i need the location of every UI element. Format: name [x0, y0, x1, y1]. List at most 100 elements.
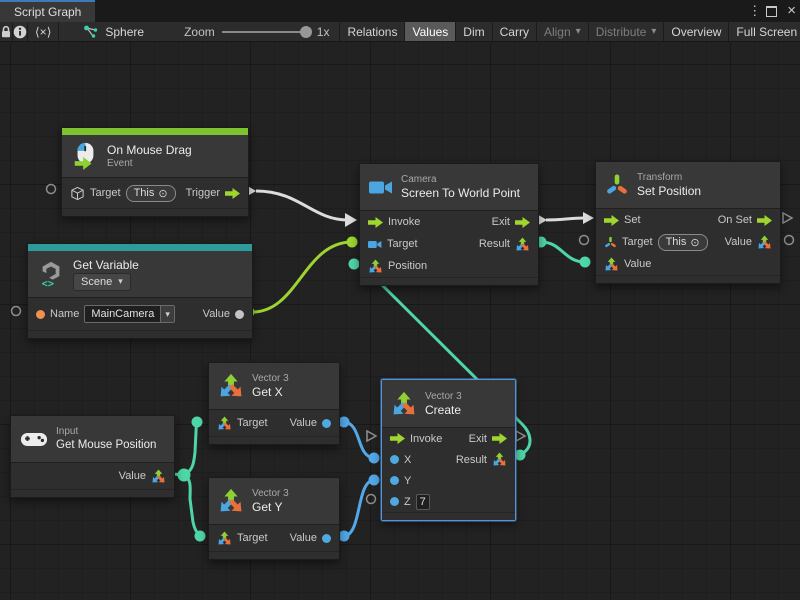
code-toggle-icon: ⟨×⟩: [35, 25, 51, 39]
invoke-port-label: Invoke: [410, 433, 442, 445]
wire-trigger-to-invoke[interactable]: [244, 184, 357, 227]
port-marker-circle[interactable]: [367, 495, 376, 504]
x-port[interactable]: [390, 455, 399, 464]
flow-arrow-icon[interactable]: [225, 188, 240, 199]
dim-button[interactable]: Dim: [455, 22, 491, 41]
y-port[interactable]: [390, 476, 399, 485]
port-marker-triangle[interactable]: [516, 431, 525, 441]
info-button[interactable]: [13, 22, 28, 41]
flow-arrow-icon[interactable]: [492, 433, 507, 444]
distribute-button[interactable]: Distribute▾: [588, 22, 664, 41]
variable-scope-dropdown[interactable]: Scene ▾: [73, 273, 131, 291]
flow-arrow-icon[interactable]: [390, 433, 405, 444]
chevron-down-icon: ▾: [651, 26, 656, 37]
target-port-label: Target: [622, 236, 653, 248]
wire-getx-to-create-x[interactable]: [339, 417, 380, 464]
name-port[interactable]: [36, 310, 45, 319]
node-footer: [11, 489, 174, 497]
variable-name-dropdown[interactable]: MainCamera ▾: [84, 305, 175, 323]
carry-button[interactable]: Carry: [492, 22, 536, 41]
port-marker-triangle[interactable]: [783, 213, 792, 223]
transform-port-icon[interactable]: [604, 236, 617, 249]
zoom-slider[interactable]: [222, 31, 310, 33]
full-screen-button[interactable]: Full Screen: [728, 22, 800, 41]
node-on-mouse-drag[interactable]: On Mouse Drag Event Target This ⊙ Trigge…: [61, 127, 249, 217]
tab-bar: Script Graph ⋮ ×: [0, 0, 800, 22]
vector3-port-icon[interactable]: [492, 452, 507, 467]
z-value-input[interactable]: [416, 494, 430, 510]
vector3-port-icon[interactable]: [604, 257, 619, 272]
target-self-chip[interactable]: This ⊙: [658, 234, 708, 251]
value-port[interactable]: [322, 419, 331, 428]
node-set-position[interactable]: Transform Set Position Set On Set Target…: [595, 161, 781, 284]
vector3-port-icon[interactable]: [217, 416, 232, 431]
port-marker-triangle[interactable]: [367, 431, 376, 441]
node-screen-to-world-point[interactable]: Camera Screen To World Point Invoke Exit…: [359, 163, 539, 286]
node-footer: [382, 512, 515, 520]
node-get-mouse-position[interactable]: Input Get Mouse Position Value: [10, 415, 175, 498]
event-color-bar: [62, 128, 248, 135]
invoke-port-label: Invoke: [388, 216, 420, 228]
value-port[interactable]: [235, 310, 244, 319]
exit-port-label: Exit: [469, 433, 487, 445]
y-port-label: Y: [404, 475, 411, 487]
name-port-label: Name: [50, 308, 79, 320]
vector3-port-icon[interactable]: [151, 469, 166, 484]
value-out-port-label: Value: [725, 236, 752, 248]
z-port[interactable]: [390, 497, 399, 506]
target-port-label: Target: [387, 238, 418, 250]
node-title: Get Y: [252, 500, 289, 514]
values-button[interactable]: Values: [404, 22, 455, 41]
port-marker-circle[interactable]: [47, 185, 56, 194]
wire-exit-to-set[interactable]: [535, 212, 594, 227]
exit-port-label: Exit: [492, 216, 510, 228]
tab-script-graph[interactable]: Script Graph: [0, 0, 95, 22]
zoom-control: Zoom 1x: [154, 22, 339, 41]
zoom-slider-knob[interactable]: [300, 26, 312, 38]
node-subtitle: Event: [107, 158, 192, 169]
wire-gety-to-create-y[interactable]: [339, 475, 380, 542]
code-toggle-button[interactable]: ⟨×⟩: [28, 22, 59, 41]
node-footer: [209, 551, 339, 559]
graph-owner-breadcrumb[interactable]: Sphere: [59, 22, 154, 41]
maximize-icon[interactable]: [766, 6, 777, 17]
vector3-port-icon[interactable]: [217, 531, 232, 546]
value-port[interactable]: [322, 534, 331, 543]
vector3-port-icon[interactable]: [515, 237, 530, 252]
close-icon[interactable]: ×: [787, 6, 796, 16]
camera-port-icon[interactable]: [368, 240, 382, 249]
overview-button[interactable]: Overview: [663, 22, 728, 41]
node-footer: [360, 277, 538, 285]
value-in-port-label: Value: [624, 258, 651, 270]
node-vector3-create[interactable]: Vector 3 Create Invoke Exit X Result: [381, 379, 516, 521]
graph-canvas[interactable]: On Mouse Drag Event Target This ⊙ Trigge…: [0, 42, 800, 600]
chevron-down-icon: ▾: [160, 306, 174, 322]
port-marker-circle[interactable]: [580, 236, 589, 245]
port-marker-circle[interactable]: [12, 307, 21, 316]
vector3-icon: [218, 373, 244, 399]
node-title: Create: [425, 403, 462, 417]
zoom-label: Zoom: [184, 25, 215, 39]
lock-button[interactable]: [0, 22, 13, 41]
align-button[interactable]: Align▾: [536, 22, 588, 41]
flow-arrow-icon[interactable]: [368, 217, 383, 228]
node-footer: [62, 208, 248, 216]
chevron-down-icon: ▾: [576, 26, 581, 37]
vector3-port-icon[interactable]: [368, 259, 383, 274]
node-get-variable[interactable]: <> Get Variable Scene ▾ Name MainCamera …: [27, 243, 253, 339]
node-get-y[interactable]: Vector 3 Get Y Target Value: [208, 477, 340, 560]
wire-variable-to-camera-target[interactable]: [244, 237, 358, 318]
unity-variable-icon: <>: [37, 260, 65, 288]
wire-camera-result-to-value[interactable]: [536, 237, 591, 268]
flow-arrow-icon[interactable]: [757, 215, 772, 226]
port-marker-circle[interactable]: [785, 236, 794, 245]
target-self-chip[interactable]: This ⊙: [126, 185, 176, 202]
value-port-label: Value: [119, 470, 146, 482]
window-menu-icon[interactable]: ⋮: [748, 3, 756, 19]
relations-button[interactable]: Relations: [339, 22, 404, 41]
node-get-x[interactable]: Vector 3 Get X Target Value: [208, 362, 340, 445]
flow-arrow-icon[interactable]: [515, 217, 530, 228]
flow-arrow-icon[interactable]: [604, 215, 619, 226]
vector3-port-icon[interactable]: [757, 235, 772, 250]
graph-toolbar: ⟨×⟩ Sphere Zoom 1x Relations Values Dim …: [0, 22, 800, 42]
